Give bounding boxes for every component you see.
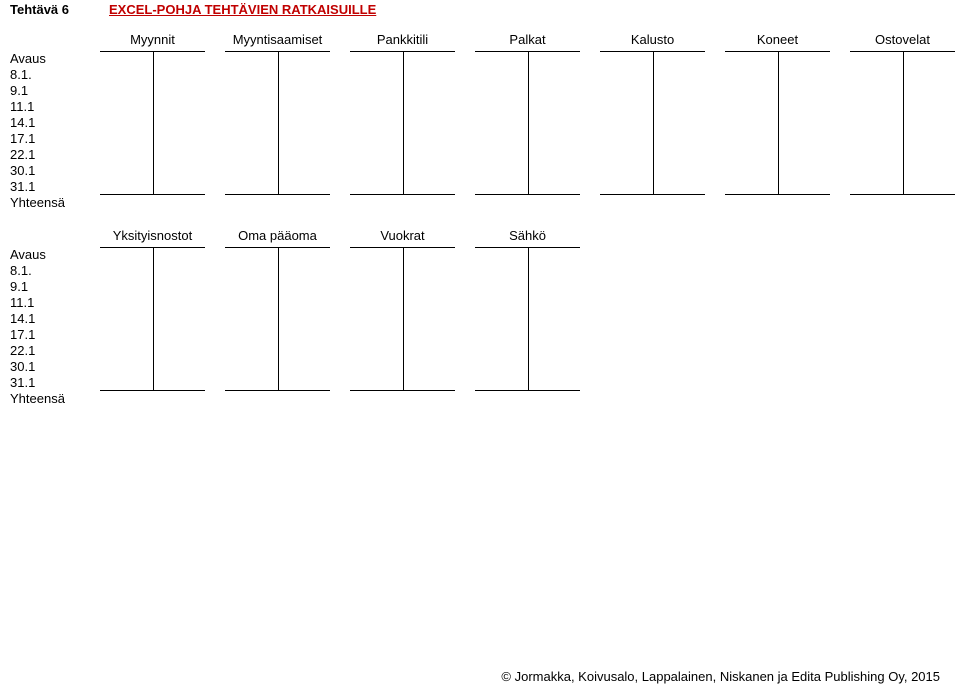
t-account-body [850,51,955,195]
t-account: Pankkitili [350,33,455,211]
t-account-title: Koneet [725,33,830,51]
t-account: Ostovelat [850,33,955,211]
row-label: 11.1 [10,99,100,115]
t-account-body [100,51,205,195]
row-label: 30.1 [10,163,100,179]
t-account-body [225,247,330,391]
page-header: Tehtävä 6 EXCEL-POHJA TEHTÄVIEN RATKAISU… [0,0,960,25]
row-labels: Avaus 8.1. 9.1 11.1 14.1 17.1 22.1 30.1 … [10,33,100,211]
t-account: Oma pääoma [225,229,330,407]
t-account-body [475,247,580,391]
row-label: 14.1 [10,311,100,327]
t-account: Sähkö [475,229,580,407]
t-account-body [725,51,830,195]
row-label: 8.1. [10,67,100,83]
t-accounts-row: Myynnit Myyntisaamiset Pankkitili Palkat… [100,33,955,211]
t-account-title: Vuokrat [350,229,455,247]
t-account: Koneet [725,33,830,211]
t-account: Yksityisnostot [100,229,205,407]
row-label: 9.1 [10,83,100,99]
row-label: 22.1 [10,147,100,163]
t-account-title: Oma pääoma [225,229,330,247]
page-title: EXCEL-POHJA TEHTÄVIEN RATKAISUILLE [109,2,376,17]
task-label: Tehtävä 6 [10,2,69,17]
section-2: Avaus 8.1. 9.1 11.1 14.1 17.1 22.1 30.1 … [0,211,960,407]
t-account: Kalusto [600,33,705,211]
row-label: 31.1 [10,375,100,391]
row-label: 14.1 [10,115,100,131]
t-account-body [350,247,455,391]
row-label: Yhteensä [10,195,100,211]
t-account-title: Sähkö [475,229,580,247]
t-account-body [225,51,330,195]
t-account-title: Palkat [475,33,580,51]
row-label: 17.1 [10,131,100,147]
t-account-title: Pankkitili [350,33,455,51]
row-label: Avaus [10,51,100,67]
row-label: Yhteensä [10,391,100,407]
row-label: 11.1 [10,295,100,311]
t-account-body [475,51,580,195]
row-label: 22.1 [10,343,100,359]
t-account-body [600,51,705,195]
row-label: 31.1 [10,179,100,195]
row-label: 8.1. [10,263,100,279]
t-account-body [350,51,455,195]
row-label: 30.1 [10,359,100,375]
t-account-title: Ostovelat [850,33,955,51]
row-label: Avaus [10,247,100,263]
t-account: Myynnit [100,33,205,211]
t-account-title: Yksityisnostot [100,229,205,247]
t-account-body [100,247,205,391]
footer-copyright: © Jormakka, Koivusalo, Lappalainen, Nisk… [501,669,940,684]
t-account: Palkat [475,33,580,211]
row-labels: Avaus 8.1. 9.1 11.1 14.1 17.1 22.1 30.1 … [10,229,100,407]
row-label: 17.1 [10,327,100,343]
section-1: Avaus 8.1. 9.1 11.1 14.1 17.1 22.1 30.1 … [0,25,960,211]
t-account-title: Myyntisaamiset [225,33,330,51]
t-account-title: Myynnit [100,33,205,51]
t-accounts-row: Yksityisnostot Oma pääoma Vuokrat Sähkö [100,229,580,407]
t-account: Myyntisaamiset [225,33,330,211]
t-account: Vuokrat [350,229,455,407]
row-label: 9.1 [10,279,100,295]
t-account-title: Kalusto [600,33,705,51]
